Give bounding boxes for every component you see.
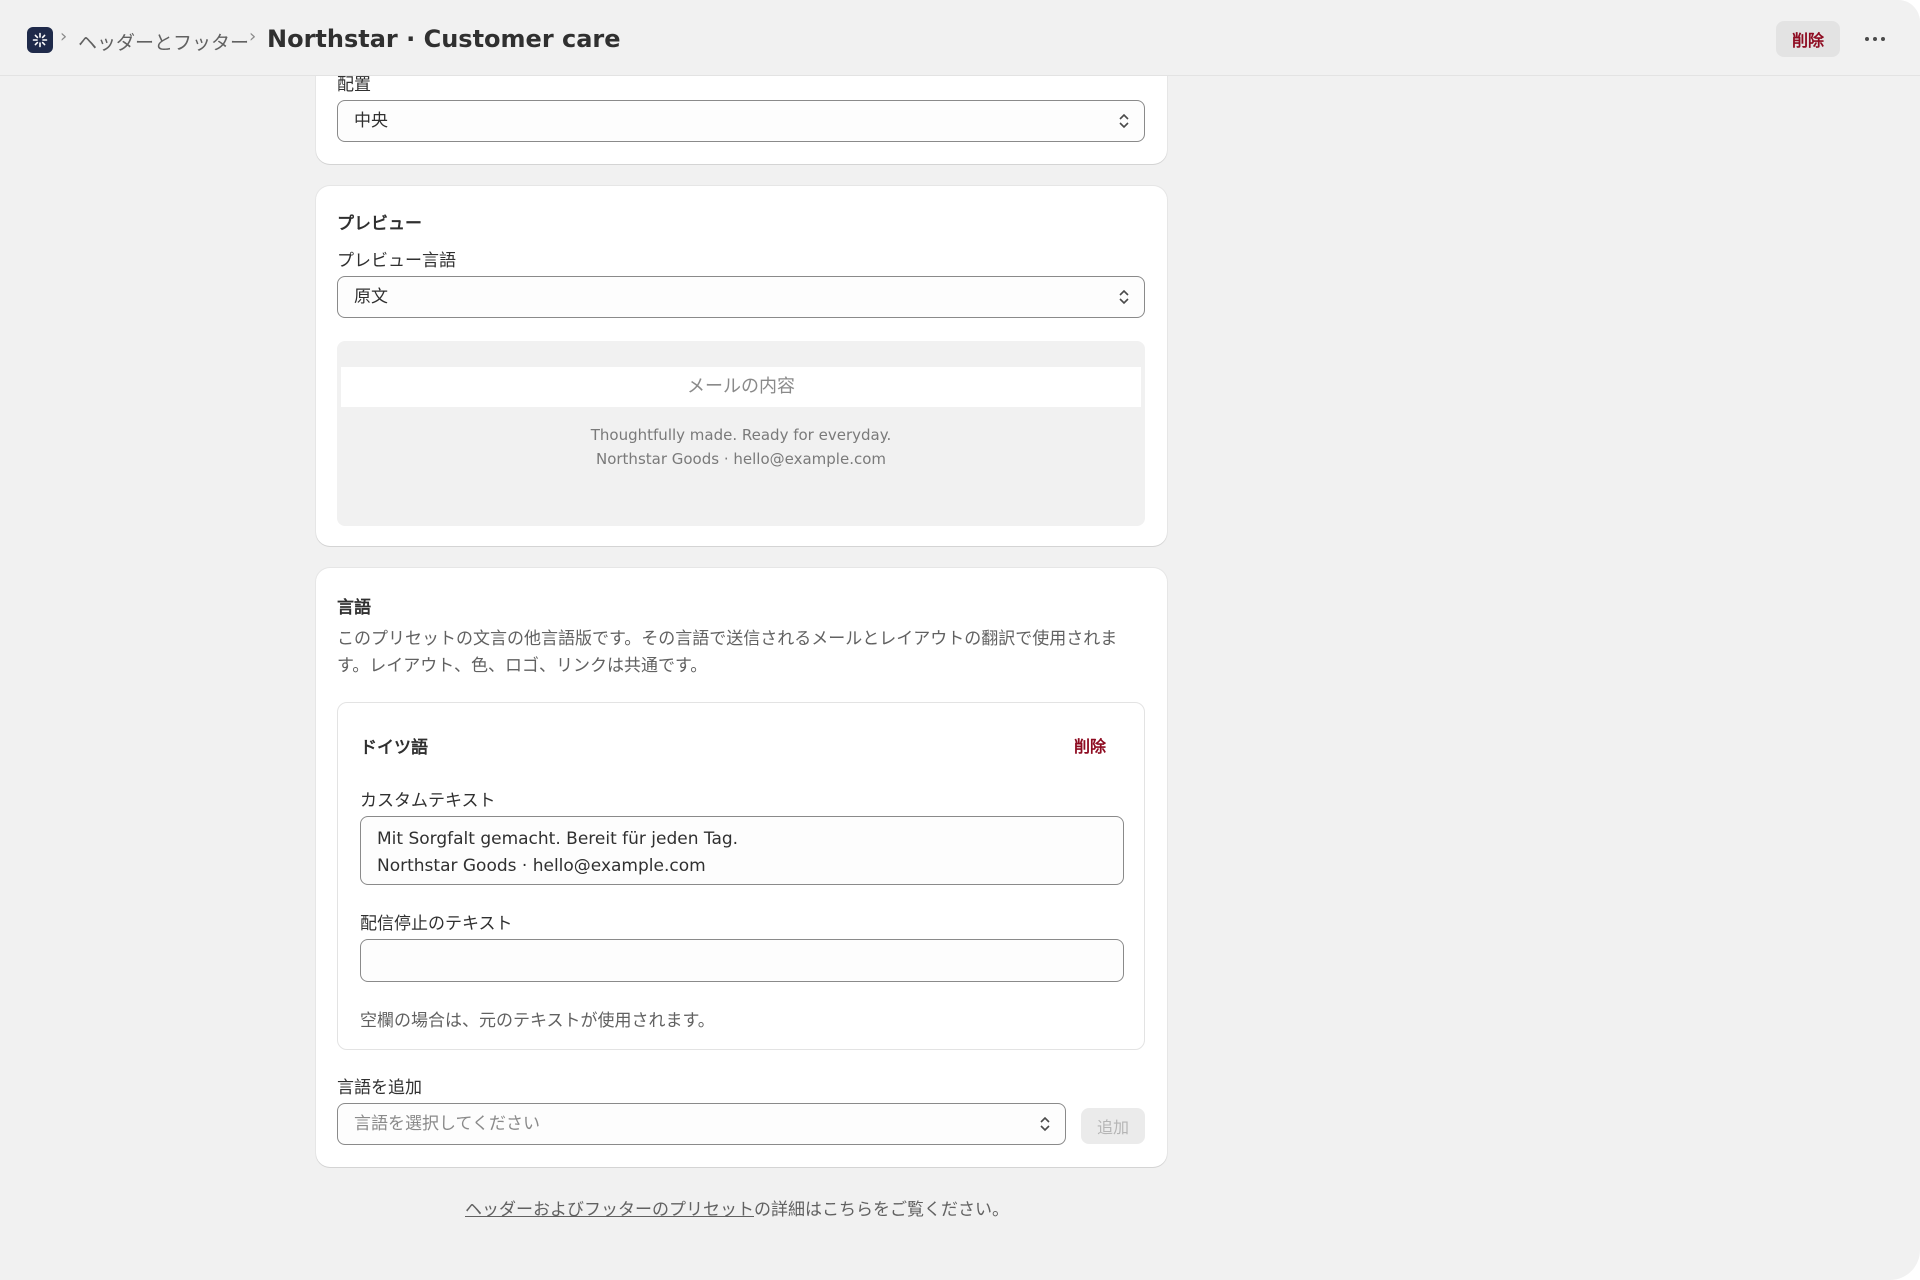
language-card: 言語 このプリセットの文言の他言語版です。その言語で送信されるメールとレイアウト… (316, 568, 1167, 1167)
preview-language-select[interactable]: 原文 (337, 276, 1145, 318)
add-language-label: 言語を追加 (337, 1078, 422, 1098)
presets-help-link[interactable]: ヘッダーおよびフッターのプリセット (465, 1200, 754, 1220)
help-note: ヘッダーおよびフッターのプリセットの詳細はこちらをご覧ください。 (465, 1195, 1009, 1220)
preview-footer-line-2: Northstar Goods · hello@example.com (595, 450, 886, 468)
breadcrumb-chevron-icon: › (249, 26, 257, 47)
preview-footer-line-1: Thoughtfully made. Ready for everyday. (590, 426, 892, 444)
unsubscribe-hint: 空欄の場合は、元のテキストが使用されます。 (360, 1011, 715, 1031)
help-note-text: の詳細はこちらをご覧ください。 (754, 1200, 1009, 1220)
sparkle-app-icon[interactable] (27, 27, 53, 53)
preview-title: プレビュー (337, 214, 422, 234)
mail-content-placeholder: メールの内容 (341, 367, 1141, 407)
add-language-button[interactable]: 追加 (1081, 1108, 1145, 1144)
placement-select[interactable]: 中央 (337, 100, 1145, 142)
placement-select-value: 中央 (354, 111, 388, 131)
select-chevron-icon (1119, 289, 1129, 305)
unsubscribe-text-field[interactable] (360, 939, 1124, 982)
preview-language-value: 原文 (354, 287, 388, 307)
custom-text-label: カスタムテキスト (360, 791, 496, 811)
select-chevron-icon (1040, 1116, 1050, 1132)
add-language-select[interactable]: 言語を選択してください (337, 1103, 1066, 1145)
preview-card: プレビュー プレビュー言語 原文 メールの内容 Thoughtfully mad… (316, 186, 1167, 546)
page-title: Northstar · Customer care (267, 25, 621, 53)
app-window: › ヘッダーとフッター › Northstar · Customer care … (0, 0, 1920, 1280)
preview-language-label: プレビュー言語 (337, 251, 456, 271)
breadcrumb-chevron-icon: › (60, 26, 68, 47)
unsubscribe-text-label: 配信停止のテキスト (360, 914, 513, 934)
german-delete-link[interactable]: 削除 (1074, 733, 1106, 757)
email-preview: メールの内容 Thoughtfully made. Ready for ever… (337, 341, 1145, 526)
breadcrumb-parent-link[interactable]: ヘッダーとフッター (78, 28, 249, 55)
custom-text-field[interactable]: Mit Sorgfalt gemacht. Bereit für jeden T… (360, 816, 1124, 885)
custom-text-line-1: Mit Sorgfalt gemacht. Bereit für jeden T… (377, 829, 739, 849)
select-chevron-icon (1119, 113, 1129, 129)
german-language-name: ドイツ語 (360, 738, 428, 758)
language-title: 言語 (337, 598, 371, 618)
delete-button[interactable]: 削除 (1776, 21, 1840, 57)
add-language-placeholder: 言語を選択してください (354, 1114, 540, 1134)
ellipsis-horizontal-icon[interactable] (1858, 22, 1892, 56)
custom-text-line-2: Northstar Goods · hello@example.com (377, 856, 706, 876)
german-language-card: ドイツ語 削除 カスタムテキスト Mit Sorgfalt gemacht. B… (337, 702, 1145, 1050)
top-bar: › ヘッダーとフッター › Northstar · Customer care … (0, 0, 1920, 76)
language-description: このプリセットの文言の他言語版です。その言語で送信されるメールとレイアウトの翻訳… (337, 629, 1118, 676)
